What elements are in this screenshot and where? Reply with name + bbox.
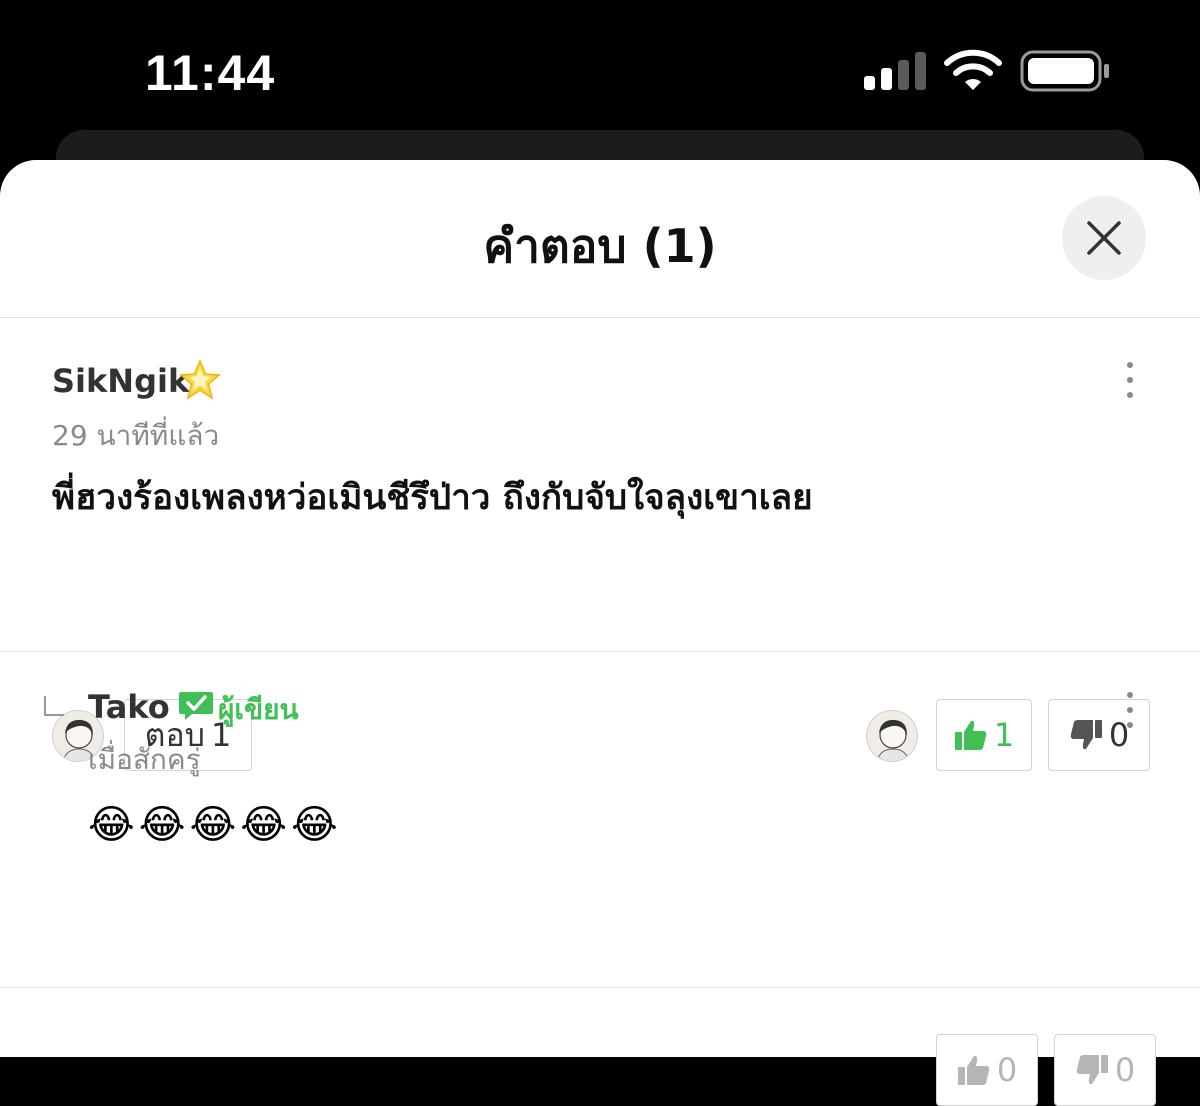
status-bar: 11:44 — [0, 0, 1200, 140]
battery-icon — [1020, 50, 1109, 92]
author-check-icon — [179, 692, 213, 720]
more-options-icon[interactable] — [1120, 690, 1140, 730]
reply-item: Tako ผู้เขียน เมื่อสักครู่ 😂😂😂😂😂 0 0 — [0, 652, 1200, 1106]
comment-username[interactable]: SikNgik — [52, 362, 189, 400]
star-icon — [179, 359, 221, 400]
like-button[interactable]: 0 — [936, 1034, 1038, 1106]
wifi-icon — [944, 49, 1002, 90]
close-icon — [1087, 221, 1121, 255]
comment-timestamp: 29 นาทีที่แล้ว — [52, 419, 220, 452]
more-options-icon[interactable] — [1120, 360, 1140, 400]
comment-item: SikNgik 29 นาทีที่แล้ว พี่ฮวงร้องเพลงหว่… — [0, 318, 1200, 771]
status-time: 11:44 — [145, 45, 276, 101]
reply-timestamp: เมื่อสักครู่ — [88, 743, 201, 776]
reply-text: 😂😂😂😂😂 — [88, 802, 342, 848]
comment-text: พี่ฮวงร้องเพลงหว่อเมินชีรึป่าว ถึงกับจับ… — [52, 478, 813, 518]
sheet-header: คำตอบ (1) — [0, 160, 1200, 318]
reply-indent-icon — [44, 696, 64, 716]
sheet-title: คำตอบ (1) — [483, 219, 717, 273]
replies-sheet: คำตอบ (1) SikNgik 29 นาทีที่แล้ว พี่ฮวงร… — [0, 160, 1200, 1106]
close-button[interactable] — [1062, 196, 1146, 280]
author-badge: ผู้เขียน — [218, 693, 299, 726]
dislike-button[interactable]: 0 — [1054, 1034, 1156, 1106]
cellular-signal-icon — [864, 52, 926, 90]
reply-username[interactable]: Tako — [88, 688, 170, 726]
thumbs-up-icon — [957, 1055, 990, 1085]
thumbs-down-icon — [1076, 1055, 1108, 1085]
